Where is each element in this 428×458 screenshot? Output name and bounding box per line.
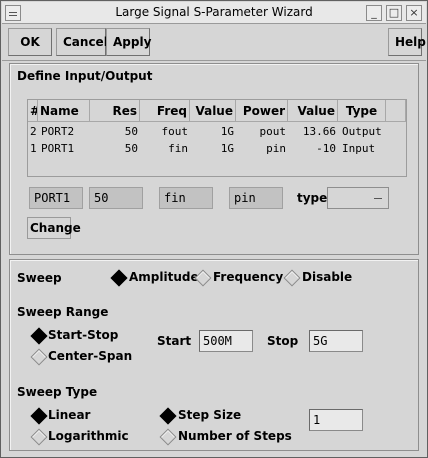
row-freq: fin: [168, 142, 188, 155]
col-power-value[interactable]: Value: [288, 100, 338, 122]
row-type: Output: [342, 125, 382, 138]
disable-label[interactable]: Disable: [302, 270, 352, 284]
frequency-label[interactable]: Frequency: [213, 270, 283, 284]
port-freq-field[interactable]: fin: [159, 187, 213, 209]
title-bar[interactable]: Large Signal S-Parameter Wizard _ □ ×: [2, 2, 426, 24]
row-type: Input: [342, 142, 376, 155]
port-power-field[interactable]: pin: [229, 187, 283, 209]
start-stop-label[interactable]: Start-Stop: [48, 328, 118, 342]
sweep-type-title: Sweep Type: [17, 385, 98, 399]
window-title: Large Signal S-Parameter Wizard: [115, 5, 313, 19]
stop-input[interactable]: 5G: [309, 330, 363, 352]
col-type[interactable]: Type: [338, 100, 386, 122]
row-power-value: 13.66: [302, 125, 336, 138]
col-freq[interactable]: Freq: [140, 100, 190, 122]
col-power[interactable]: Power: [236, 100, 288, 122]
start-label: Start: [157, 334, 192, 348]
row-power: pin: [266, 142, 286, 155]
row-res: 50: [124, 142, 138, 155]
amplitude-label[interactable]: Amplitude: [129, 270, 199, 284]
row-freq: fout: [161, 125, 189, 138]
port-table[interactable]: # Name Res Freq Value Power Value Type 2…: [27, 99, 407, 177]
port-res-field[interactable]: 50: [89, 187, 143, 209]
cancel-button[interactable]: Cancel: [56, 28, 108, 56]
row-name: PORT2: [41, 125, 75, 138]
logarithmic-label[interactable]: Logarithmic: [48, 429, 129, 443]
close-icon[interactable]: ×: [406, 5, 422, 21]
row-num: 1: [30, 142, 37, 155]
row-num: 2: [30, 125, 37, 138]
wizard-window: Large Signal S-Parameter Wizard _ □ × OK…: [0, 0, 428, 458]
number-of-steps-label[interactable]: Number of Steps: [178, 429, 292, 443]
maximize-icon[interactable]: □: [386, 5, 402, 21]
type-dropdown[interactable]: [327, 187, 389, 209]
toolbar: OK Cancel Apply Help: [2, 25, 426, 61]
col-res[interactable]: Res: [90, 100, 140, 122]
help-button[interactable]: Help: [388, 28, 426, 56]
row-res: 50: [124, 125, 138, 138]
apply-button[interactable]: Apply: [106, 28, 151, 56]
sweep-label: Sweep: [17, 271, 62, 285]
ok-button[interactable]: OK: [8, 28, 52, 56]
center-span-label[interactable]: Center-Span: [48, 349, 132, 363]
row-freq-value: 1G: [220, 125, 234, 138]
step-value-input[interactable]: 1: [309, 409, 363, 431]
port-name-field[interactable]: PORT1: [29, 187, 83, 209]
linear-label[interactable]: Linear: [48, 408, 90, 422]
col-freq-value[interactable]: Value: [190, 100, 236, 122]
stop-label: Stop: [267, 334, 299, 348]
change-button[interactable]: Change: [27, 217, 81, 239]
minimize-icon[interactable]: _: [366, 5, 382, 21]
col-name[interactable]: Name: [38, 100, 90, 122]
io-section-title: Define Input/Output: [17, 69, 153, 83]
type-label: type: [297, 191, 328, 205]
row-name: PORT1: [41, 142, 75, 155]
row-power: pout: [259, 125, 287, 138]
row-freq-value: 1G: [220, 142, 234, 155]
step-size-label[interactable]: Step Size: [178, 408, 241, 422]
start-input[interactable]: 500M: [199, 330, 253, 352]
row-power-value: -10: [316, 142, 336, 155]
col-num[interactable]: #: [28, 100, 38, 122]
sweep-range-title: Sweep Range: [17, 305, 109, 319]
col-filler: [386, 100, 406, 122]
